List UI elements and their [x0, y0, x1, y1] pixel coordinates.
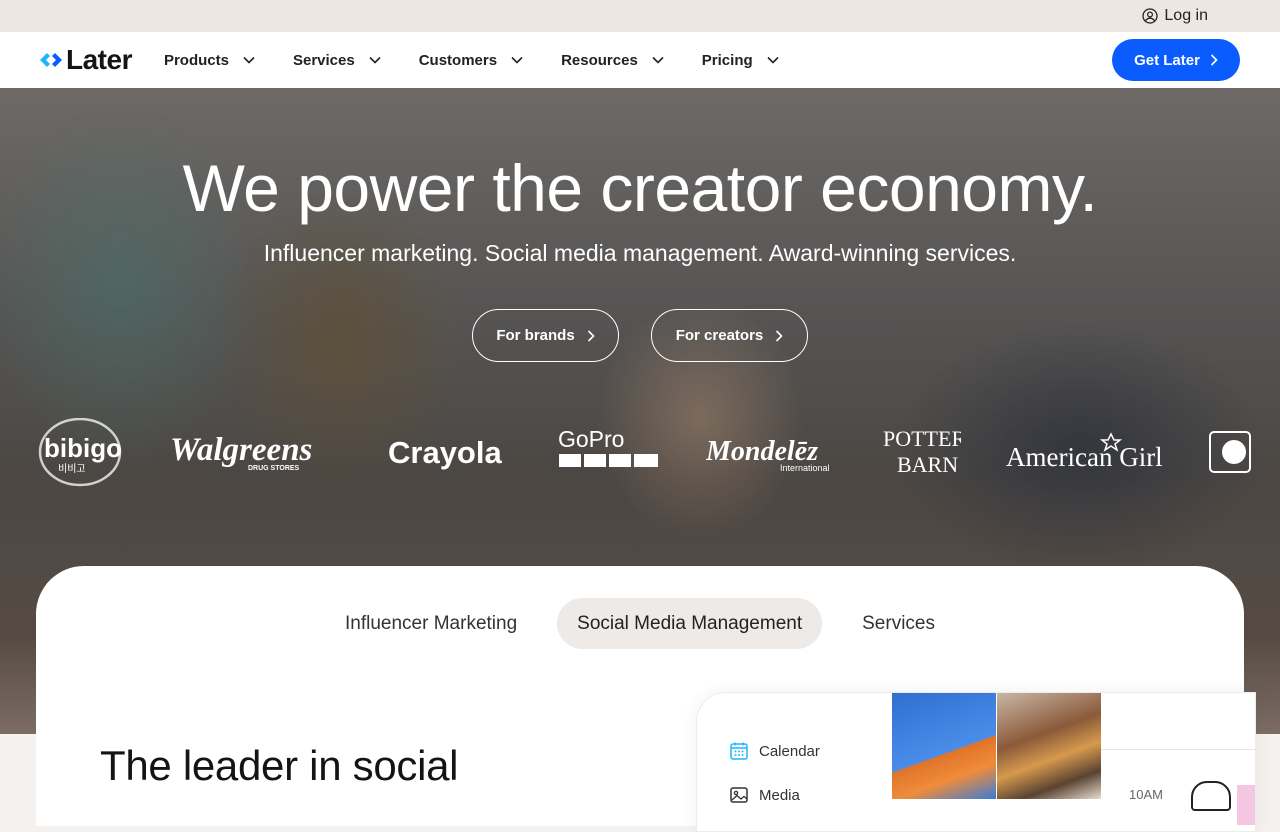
chevron-right-icon	[1210, 54, 1218, 66]
login-label: Log in	[1164, 7, 1208, 24]
for-brands-button[interactable]: For brands	[472, 309, 619, 362]
tab-services[interactable]: Services	[842, 598, 955, 649]
chevron-down-icon	[511, 56, 523, 64]
nav-item-label: Customers	[418, 51, 498, 69]
section-heading: The leader in social	[100, 742, 459, 789]
cloud-icon	[1191, 781, 1231, 811]
mock-menu-media: Media	[729, 785, 800, 805]
mock-menu-label: Media	[759, 786, 800, 804]
chevron-down-icon	[369, 56, 381, 64]
american-girl-wordmark: American Girl	[1006, 442, 1163, 472]
nav-item-customers[interactable]: Customers	[419, 52, 523, 69]
main-navigation: Later Products Services Customers Resour…	[0, 32, 1280, 88]
nav-item-label: Pricing	[701, 51, 753, 69]
logo-text: Later	[66, 44, 132, 75]
calendar-icon	[730, 742, 748, 760]
chevron-down-icon	[652, 56, 664, 64]
tab-social-media-management[interactable]: Social Media Management	[557, 598, 823, 649]
for-brands-label: For brands	[496, 327, 575, 344]
chevron-right-icon	[587, 329, 595, 342]
crayola-logo: Crayola	[388, 418, 514, 488]
for-creators-label: For creators	[675, 327, 764, 344]
svg-text:DRUG STORES: DRUG STORES	[248, 465, 300, 472]
gopro-wordmark: GoPro	[558, 426, 624, 452]
nav-item-products[interactable]: Products	[164, 52, 255, 69]
svg-text:International: International	[780, 463, 830, 473]
get-later-label: Get Later	[1134, 51, 1200, 69]
brand-logo-strip: bibigo 비비고 Walgreens DRUG STORES Crayola G…	[0, 418, 1280, 488]
nav-item-label: Resources	[561, 51, 638, 69]
tab-influencer-marketing[interactable]: Influencer Marketing	[325, 598, 537, 649]
walgreens-wordmark: Walgreens	[170, 432, 312, 468]
media-thumbnail	[997, 693, 1101, 799]
hero-subtitle: Influencer marketing. Social media manag…	[263, 240, 1017, 266]
walgreens-logo: Walgreens DRUG STORES	[168, 418, 343, 488]
nav-item-label: Services	[292, 51, 355, 69]
bibigo-wordmark: bibigo	[44, 433, 122, 463]
get-later-button[interactable]: Get Later	[1112, 39, 1240, 81]
nav-item-pricing[interactable]: Pricing	[702, 52, 779, 69]
divider	[1101, 749, 1255, 750]
app-preview-mockup: Calendar Media 10AM	[696, 692, 1256, 832]
later-logo-mark-icon	[40, 53, 62, 67]
mock-menu-calendar: Calendar	[729, 741, 820, 761]
later-logo[interactable]: Later	[40, 44, 132, 76]
media-thumbnail	[892, 693, 996, 799]
gopro-logo: GoPro	[558, 418, 660, 488]
login-link[interactable]: Log in	[1142, 7, 1208, 25]
for-creators-button[interactable]: For creators	[651, 309, 808, 362]
chevron-down-icon	[767, 56, 779, 64]
mock-menu-label: Calendar	[759, 742, 820, 760]
pottery-wordmark: POTTERY	[883, 426, 961, 451]
user-circle-icon	[1142, 8, 1159, 24]
top-utility-bar: Log in	[0, 0, 1280, 32]
barn-wordmark: BARN	[897, 452, 958, 477]
image-icon	[730, 787, 748, 803]
chevron-down-icon	[243, 56, 255, 64]
hero-title: We power the creator economy.	[182, 151, 1098, 225]
product-tabs: Influencer Marketing Social Media Manage…	[36, 598, 1244, 649]
nav-item-label: Products	[163, 51, 229, 69]
mondelez-logo: Mondelēz International	[706, 418, 840, 488]
nav-item-resources[interactable]: Resources	[561, 52, 664, 69]
pottery-barn-logo: POTTERYBARN	[883, 418, 961, 488]
chevron-right-icon	[776, 329, 783, 342]
bibigo-logo: bibigo 비비고	[38, 418, 124, 488]
post-preview-block	[1237, 785, 1255, 825]
partial-logo	[1208, 418, 1280, 488]
american-girl-logo: American Girl	[1006, 418, 1164, 488]
nav-item-services[interactable]: Services	[293, 52, 381, 69]
crayola-wordmark: Crayola	[388, 435, 502, 470]
svg-text:비비고: 비비고	[58, 463, 86, 475]
product-panel: Influencer Marketing Social Media Manage…	[36, 566, 1256, 832]
